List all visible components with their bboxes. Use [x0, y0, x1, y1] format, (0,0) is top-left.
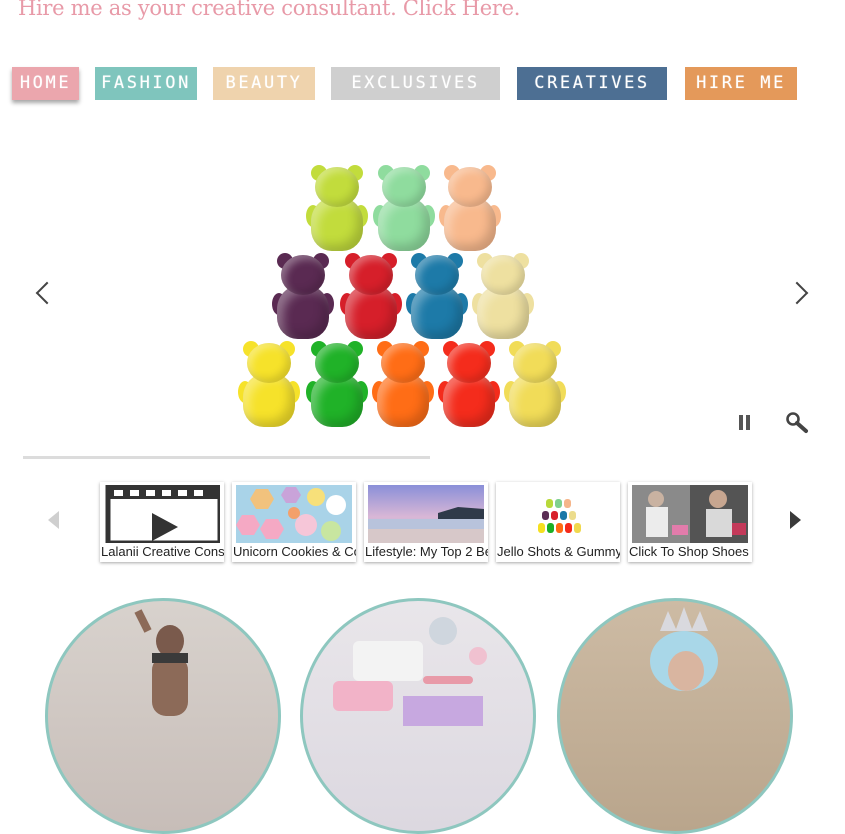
gummy-bear	[238, 341, 300, 429]
carousel-caption: Unicorn Cookies & Confetti	[233, 544, 356, 559]
gummy-bears-thumb	[500, 485, 616, 543]
beach-image	[368, 485, 484, 543]
carousel-caption: Click To Shop Shoes	[629, 544, 749, 559]
slide-image-gummy-bears	[235, 165, 575, 445]
gummy-bear	[406, 253, 468, 341]
feature-circle-fashion[interactable]	[45, 598, 281, 834]
feature-circle-exclusives[interactable]	[557, 598, 793, 834]
magnifier-icon[interactable]	[785, 411, 809, 435]
carousel-caption: Jello Shots & Gummy Bears	[497, 544, 620, 559]
carousel-caption: Lalanii Creative Consulting	[101, 544, 224, 559]
gummy-bear	[272, 253, 334, 341]
carousel-item-4[interactable]: Jello Shots & Gummy Bears	[496, 482, 620, 562]
carousel-caption: Lifestyle: My Top 2 Beaches	[365, 544, 488, 559]
cookies-image	[236, 485, 352, 543]
carousel-prev-icon[interactable]	[48, 511, 59, 529]
video-clapper-icon	[104, 485, 220, 543]
carousel-item-2[interactable]: Unicorn Cookies & Confetti	[232, 482, 356, 562]
gummy-bear	[373, 165, 435, 253]
hire-me-link[interactable]: Hire me as your creative consultant. Cli…	[18, 0, 520, 20]
gummy-bear	[306, 165, 368, 253]
nav-fashion[interactable]: FASHION	[95, 67, 197, 100]
slider-progress-bar	[23, 456, 430, 459]
nav-creatives[interactable]: CREATIVES	[517, 67, 667, 100]
gummy-bear	[472, 253, 534, 341]
carousel-item-3[interactable]: Lifestyle: My Top 2 Beaches	[364, 482, 488, 562]
gummy-bear	[372, 341, 434, 429]
gummy-bear	[306, 341, 368, 429]
slider-next-button[interactable]	[785, 281, 809, 305]
feature-circle-beauty[interactable]	[300, 598, 536, 834]
carousel-item-5[interactable]: Click To Shop Shoes	[628, 482, 752, 562]
shoes-shop-image	[632, 485, 748, 543]
nav-beauty[interactable]: BEAUTY	[213, 67, 315, 100]
carousel-item-1[interactable]: Lalanii Creative Consulting	[100, 482, 224, 562]
carousel-next-icon[interactable]	[790, 511, 801, 529]
gummy-bear	[504, 341, 566, 429]
nav-hire-me[interactable]: HIRE ME	[685, 67, 797, 100]
gummy-bear	[438, 341, 500, 429]
nav-exclusives[interactable]: EXCLUSIVES	[331, 67, 500, 100]
slider-prev-button[interactable]	[35, 281, 59, 305]
nav-home[interactable]: HOME	[12, 67, 79, 100]
gummy-bear	[439, 165, 501, 253]
gummy-bear	[340, 253, 402, 341]
pause-icon[interactable]	[738, 415, 752, 430]
